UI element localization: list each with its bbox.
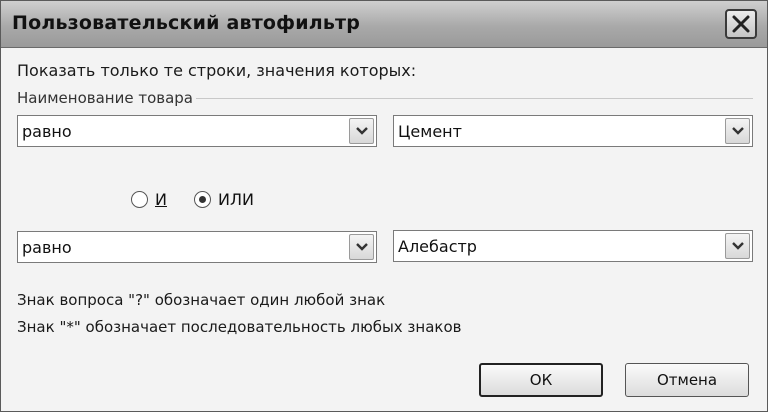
close-button[interactable] — [725, 9, 757, 39]
condition2-value-text: Алебастр — [398, 237, 477, 256]
or-radio-circle[interactable] — [194, 190, 211, 208]
title-bar[interactable]: Пользовательский автофильтр — [1, 1, 767, 48]
chevron-down-icon — [355, 127, 368, 135]
condition2-operator-select[interactable]: равно — [17, 231, 377, 263]
and-radio-label: И — [155, 189, 167, 209]
and-radio[interactable]: И — [131, 187, 167, 211]
chevron-down-icon — [731, 242, 744, 250]
hint-asterisk: Знак "*" обозначает последовательность л… — [17, 318, 462, 336]
condition2-operator-value: равно — [22, 238, 72, 257]
condition1-value-select[interactable]: Цемент — [393, 115, 753, 147]
radio-selected-dot — [199, 195, 206, 203]
condition1-operator-value: равно — [22, 122, 72, 141]
condition1-operator-select[interactable]: равно — [17, 115, 377, 147]
filter-prompt: Показать только те строки, значения кото… — [17, 61, 417, 80]
chevron-down-icon — [355, 243, 368, 251]
ok-button[interactable]: ОК — [479, 363, 603, 397]
condition1-value-dropdown-button[interactable] — [725, 118, 750, 144]
condition2-value-dropdown-button[interactable] — [725, 233, 750, 259]
or-radio[interactable]: ИЛИ — [194, 187, 254, 211]
autofilter-dialog: Пользовательский автофильтр Показать тол… — [0, 0, 768, 412]
or-radio-label: ИЛИ — [218, 189, 254, 209]
condition1-value-text: Цемент — [398, 122, 462, 141]
condition2-operator-dropdown-button[interactable] — [349, 234, 374, 260]
dialog-title: Пользовательский автофильтр — [12, 12, 361, 34]
chevron-down-icon — [731, 127, 744, 135]
cancel-button[interactable]: Отмена — [625, 363, 749, 397]
and-radio-circle[interactable] — [131, 190, 148, 208]
close-icon — [732, 15, 750, 33]
condition1-operator-dropdown-button[interactable] — [349, 118, 374, 144]
field-name-label: Наименование товара — [17, 89, 196, 107]
hint-question-mark: Знак вопроса "?" обозначает один любой з… — [17, 291, 386, 309]
condition2-value-select[interactable]: Алебастр — [393, 230, 753, 262]
